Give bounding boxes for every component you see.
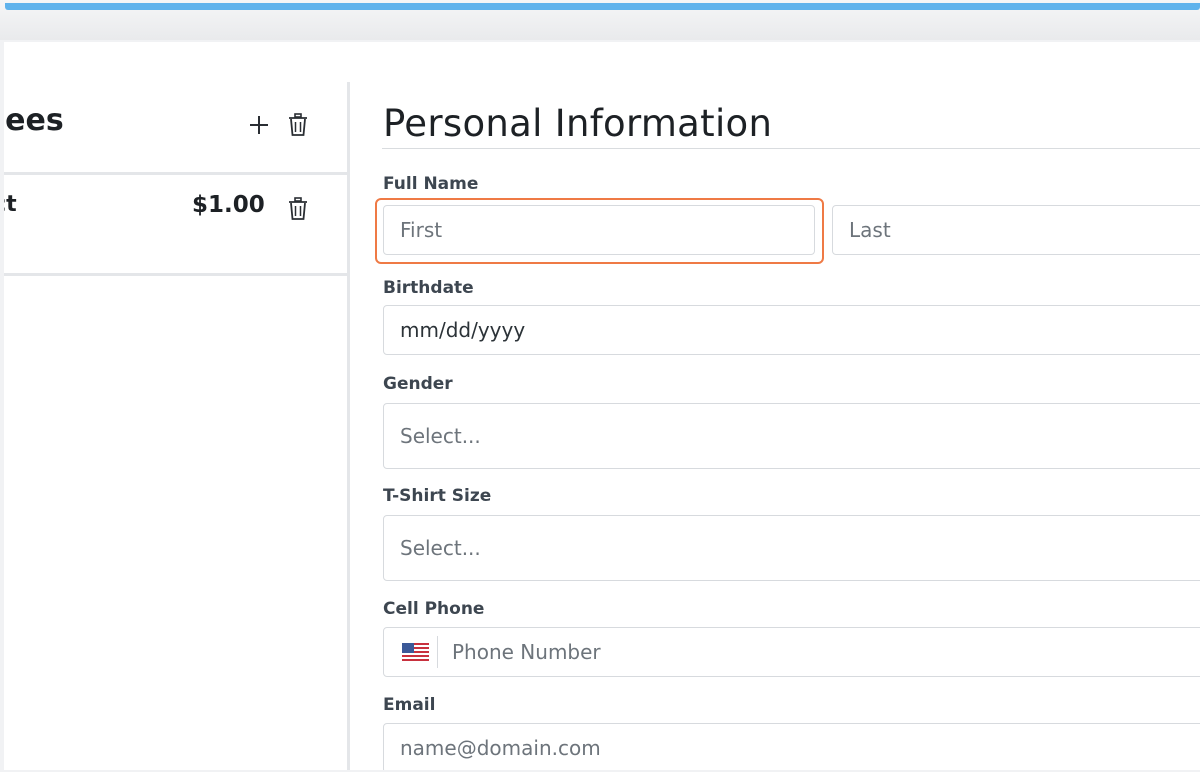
trash-icon — [289, 113, 307, 136]
first-name-input[interactable]: First — [383, 205, 815, 255]
country-code-divider — [437, 636, 438, 668]
email-placeholder: name@domain.com — [400, 736, 601, 760]
add-attendee-button[interactable] — [246, 112, 272, 138]
attendees-sidebar: endees ntact $1.00 — [4, 42, 347, 770]
personal-info-form: Personal Information Full Name First Las… — [375, 42, 1200, 770]
gender-placeholder: Select... — [400, 424, 481, 448]
cell-phone-label: Cell Phone — [383, 599, 485, 619]
delete-attendee-button[interactable] — [285, 196, 311, 222]
plus-icon — [250, 116, 268, 134]
tshirt-size-placeholder: Select... — [400, 536, 481, 560]
birthdate-label: Birthdate — [383, 278, 474, 298]
birthdate-input[interactable]: mm/dd/yyyy — [383, 305, 1200, 355]
sidebar-divider — [347, 82, 350, 770]
trash-icon — [289, 197, 307, 220]
delete-all-button[interactable] — [285, 112, 311, 138]
email-label: Email — [383, 695, 436, 715]
us-flag-icon[interactable] — [402, 643, 429, 661]
gender-label: Gender — [383, 374, 453, 394]
tshirt-size-select[interactable]: Select... — [383, 515, 1200, 581]
tshirt-size-label: T-Shirt Size — [383, 486, 492, 506]
attendees-header: endees — [4, 90, 347, 175]
registration-card: endees ntact $1.00 — [4, 42, 1200, 770]
email-input[interactable]: name@domain.com — [383, 723, 1200, 770]
attendee-row[interactable]: ntact $1.00 — [4, 175, 347, 276]
last-name-placeholder: Last — [849, 218, 891, 242]
cell-phone-input[interactable]: Phone Number — [383, 627, 1200, 677]
section-title: Personal Information — [383, 102, 773, 145]
full-name-label: Full Name — [383, 174, 479, 194]
browser-top-area — [0, 0, 1200, 40]
attendee-name: ntact — [4, 192, 17, 217]
birthdate-value: mm/dd/yyyy — [400, 318, 526, 342]
title-divider — [382, 148, 1200, 149]
last-name-input[interactable]: Last — [832, 205, 1200, 255]
first-name-placeholder: First — [400, 218, 443, 242]
attendees-title: endees — [4, 103, 64, 138]
gender-select[interactable]: Select... — [383, 403, 1200, 469]
phone-placeholder: Phone Number — [452, 640, 601, 664]
attendee-price: $1.00 — [192, 192, 265, 218]
progress-accent-bar — [5, 3, 1200, 10]
